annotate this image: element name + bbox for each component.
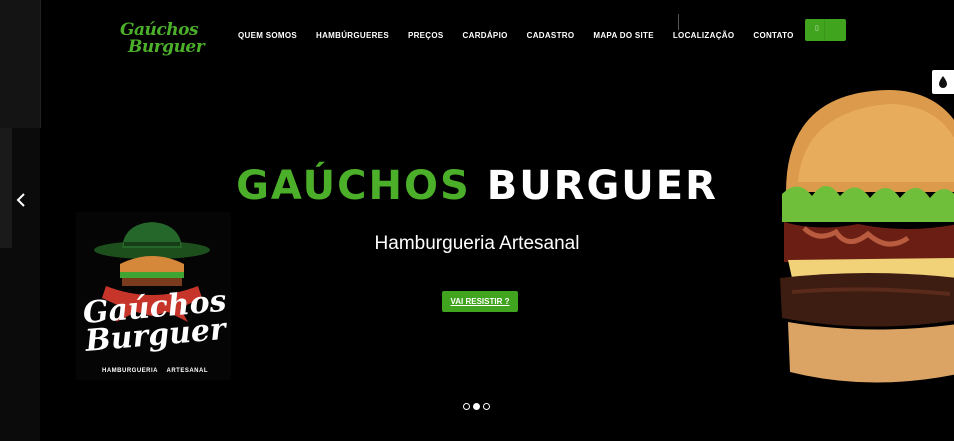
hero-title-green: GAÚCHOS [236,163,471,209]
nav-contato[interactable]: CONTATO [753,31,793,40]
hero-title-white: BURGUER [486,163,718,209]
nav-cardapio[interactable]: CARDÁPIO [463,31,508,40]
nav-mapa-do-site[interactable]: MAPA DO SITE [593,31,654,40]
nav-divider [678,14,679,30]
nav-cadastro[interactable]: CADASTRO [527,31,575,40]
nav-quem-somos[interactable]: QUEM SOMOS [238,31,297,40]
site-logo[interactable]: Gaúchos Burguer [120,22,205,62]
hero-slider: Gaúchos Burguer QUEM SOMOS HAMBÚRGUERES … [0,0,954,441]
burger-illustration [780,90,954,383]
nav-button-glyph: ▯ [815,25,819,32]
logo-line-2: Burguer [128,37,205,57]
hero-cta-button[interactable]: VAI RESISTIR ? [442,291,518,312]
nav-green-button[interactable]: ▯ [805,19,846,41]
burger-photo [778,82,954,388]
nav-localizacao[interactable]: LOCALIZAÇÃO [673,31,735,40]
carousel-dot-1[interactable] [463,403,470,410]
badge-tagline-right: ARTESANAL [166,368,208,374]
left-edge-block [0,0,41,128]
carousel-dot-2[interactable] [473,403,480,410]
nav-button-split [824,19,825,41]
brand-badge-image: Gaúchos Burguer HAMBURGUERIA ARTESANAL [76,212,231,380]
carousel-indicators [463,403,493,410]
badge-tagline-left: HAMBURGUERIA [102,368,158,374]
carousel-dot-3[interactable] [483,403,490,410]
badge-wordmark: Gaúchos Burguer [81,284,227,359]
badge-tagline: HAMBURGUERIA ARTESANAL [102,368,208,374]
nav-hamburgueres[interactable]: HAMBÚRGUERES [316,31,389,40]
nav-precos[interactable]: PREÇOS [408,31,444,40]
left-edge-strip [0,0,41,441]
main-nav: QUEM SOMOS HAMBÚRGUERES PREÇOS CARDÁPIO … [238,26,813,44]
